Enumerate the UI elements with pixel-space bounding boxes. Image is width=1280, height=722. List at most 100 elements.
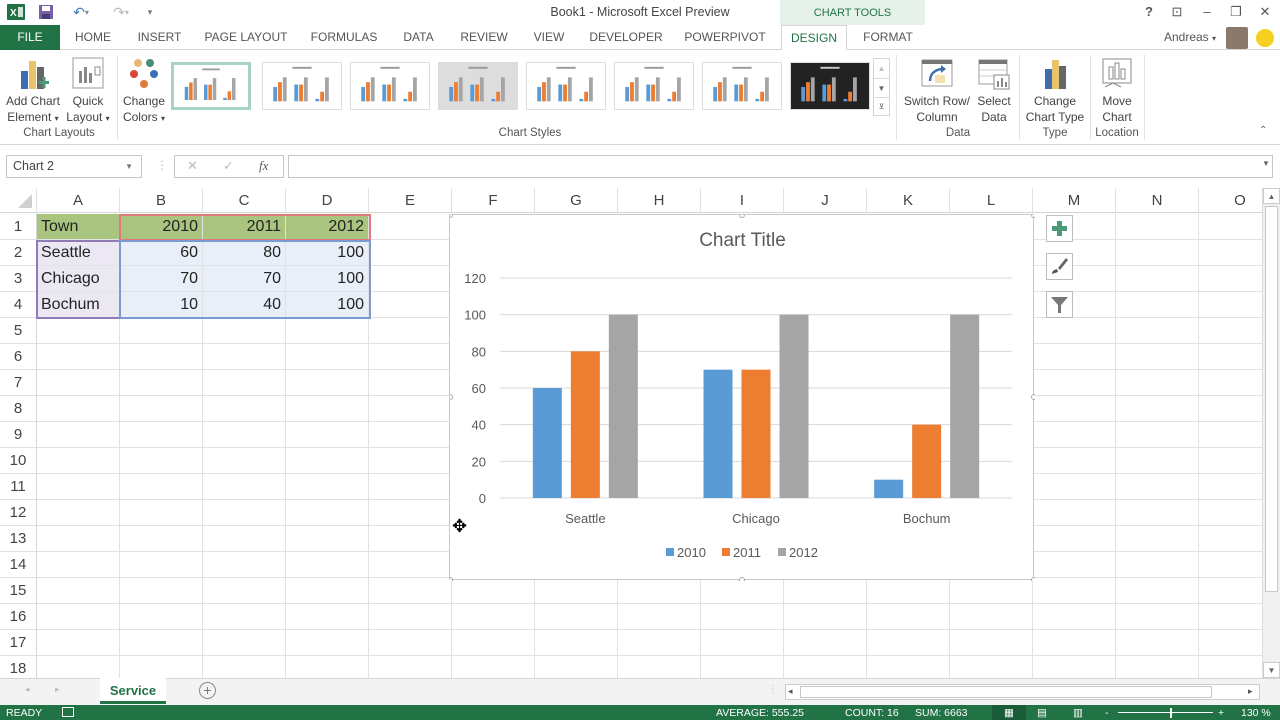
- table-header-cell[interactable]: 2012: [286, 214, 369, 240]
- gallery-more-icon[interactable]: ⊻: [874, 97, 889, 115]
- column-header-N[interactable]: N: [1116, 188, 1199, 213]
- tab-design[interactable]: DESIGN: [781, 25, 847, 51]
- tab-page-layout[interactable]: PAGE LAYOUT: [200, 25, 292, 50]
- row-header-7[interactable]: 7: [0, 370, 37, 396]
- select-all-corner[interactable]: [0, 188, 37, 213]
- tab-file[interactable]: FILE: [0, 25, 60, 50]
- page-layout-view-icon[interactable]: ▤: [1037, 705, 1047, 722]
- chart-style-option[interactable]: [262, 62, 342, 110]
- table-cell[interactable]: 100: [286, 266, 369, 292]
- table-header-cell[interactable]: 2011: [203, 214, 286, 240]
- tab-insert[interactable]: INSERT: [132, 25, 187, 50]
- row-header-11[interactable]: 11: [0, 474, 37, 500]
- table-cell[interactable]: 100: [286, 292, 369, 318]
- sheet-tab-service[interactable]: Service: [100, 678, 166, 704]
- row-header-18[interactable]: 18: [0, 656, 37, 678]
- row-header-12[interactable]: 12: [0, 500, 37, 526]
- column-header-K[interactable]: K: [867, 188, 950, 213]
- column-header-B[interactable]: B: [120, 188, 203, 213]
- tab-format[interactable]: FORMAT: [855, 25, 921, 50]
- row-header-6[interactable]: 6: [0, 344, 37, 370]
- scroll-up-icon[interactable]: ▲: [1263, 188, 1280, 204]
- page-break-view-icon[interactable]: ▥: [1073, 705, 1083, 722]
- tab-data[interactable]: DATA: [396, 25, 441, 50]
- table-cell[interactable]: 10: [120, 292, 203, 318]
- row-header-13[interactable]: 13: [0, 526, 37, 552]
- chart-elements-button[interactable]: [1046, 215, 1073, 242]
- tab-developer[interactable]: DEVELOPER: [585, 25, 667, 50]
- user-avatar[interactable]: [1226, 27, 1248, 49]
- column-header-A[interactable]: A: [37, 188, 120, 213]
- chart-styles-button[interactable]: [1046, 253, 1073, 280]
- chart-style-option[interactable]: [171, 62, 251, 110]
- move-chart-button[interactable]: Move Chart: [1092, 57, 1142, 125]
- add-chart-element-button[interactable]: Add Chart Element ▾: [4, 57, 62, 127]
- user-account[interactable]: Andreas ▾: [1155, 25, 1225, 50]
- tab-formulas[interactable]: FORMULAS: [306, 25, 382, 50]
- table-cell[interactable]: 70: [120, 266, 203, 292]
- macro-record-icon[interactable]: [62, 707, 74, 717]
- row-header-16[interactable]: 16: [0, 604, 37, 630]
- row-header-10[interactable]: 10: [0, 448, 37, 474]
- feedback-smiley-icon[interactable]: [1256, 29, 1274, 47]
- prev-sheet-icon[interactable]: ◂: [25, 684, 30, 695]
- expand-formula-bar-icon[interactable]: ▼: [1262, 159, 1270, 168]
- collapse-ribbon-icon[interactable]: ⌃: [1259, 125, 1267, 136]
- chart-style-option[interactable]: [350, 62, 430, 110]
- table-cell[interactable]: 60: [120, 240, 203, 266]
- row-header-2[interactable]: 2: [0, 240, 37, 266]
- vertical-scroll-thumb[interactable]: [1265, 206, 1278, 592]
- column-header-I[interactable]: I: [701, 188, 784, 213]
- table-cell[interactable]: 40: [203, 292, 286, 318]
- table-cell[interactable]: 70: [203, 266, 286, 292]
- row-header-1[interactable]: 1: [0, 214, 37, 240]
- minimize-icon[interactable]: –: [1194, 2, 1220, 22]
- horizontal-scrollbar[interactable]: ◂ ▸: [785, 684, 1260, 700]
- name-box-dropdown-icon[interactable]: ▼: [125, 156, 133, 177]
- column-header-L[interactable]: L: [950, 188, 1033, 213]
- table-cell[interactable]: Seattle: [37, 240, 120, 266]
- switch-row-column-button[interactable]: Switch Row/ Column: [900, 57, 974, 125]
- row-header-8[interactable]: 8: [0, 396, 37, 422]
- column-header-C[interactable]: C: [203, 188, 286, 213]
- normal-view-icon[interactable]: ▦: [992, 705, 1026, 720]
- chart-style-option[interactable]: [438, 62, 518, 110]
- chart-style-option[interactable]: [614, 62, 694, 110]
- row-header-15[interactable]: 15: [0, 578, 37, 604]
- chart-filters-button[interactable]: [1046, 291, 1073, 318]
- cancel-icon[interactable]: ✕: [187, 158, 198, 174]
- close-icon[interactable]: ✕: [1252, 2, 1278, 22]
- tab-view[interactable]: VIEW: [528, 25, 570, 50]
- new-sheet-icon[interactable]: +: [199, 682, 216, 699]
- zoom-slider[interactable]: [1118, 712, 1213, 713]
- tab-powerpivot[interactable]: POWERPIVOT: [680, 25, 770, 50]
- enter-icon[interactable]: ✓: [223, 158, 234, 174]
- table-cell[interactable]: Chicago: [37, 266, 120, 292]
- column-header-M[interactable]: M: [1033, 188, 1116, 213]
- row-header-9[interactable]: 9: [0, 422, 37, 448]
- chart-style-option[interactable]: [790, 62, 870, 110]
- table-header-cell[interactable]: Town: [37, 214, 120, 240]
- column-header-F[interactable]: F: [452, 188, 535, 213]
- zoom-level[interactable]: 130 %: [1241, 705, 1271, 722]
- row-header-14[interactable]: 14: [0, 552, 37, 578]
- restore-icon[interactable]: ❐: [1223, 2, 1249, 22]
- next-sheet-icon[interactable]: ▸: [55, 684, 60, 695]
- row-header-5[interactable]: 5: [0, 318, 37, 344]
- horizontal-scroll-thumb[interactable]: [800, 686, 1212, 698]
- zoom-slider-thumb[interactable]: [1170, 708, 1172, 718]
- quick-layout-button[interactable]: Quick Layout ▾: [64, 57, 112, 127]
- chart-style-option[interactable]: [526, 62, 606, 110]
- column-header-H[interactable]: H: [618, 188, 701, 213]
- help-icon[interactable]: ?: [1136, 2, 1162, 22]
- select-data-button[interactable]: Select Data: [974, 57, 1014, 125]
- tab-home[interactable]: HOME: [68, 25, 118, 50]
- tab-review[interactable]: REVIEW: [455, 25, 513, 50]
- change-chart-type-button[interactable]: Change Chart Type: [1022, 57, 1088, 125]
- scroll-left-icon[interactable]: ◂: [788, 686, 793, 697]
- chart-object[interactable]: Chart Title 0 20 40 60 80 100 120 Seattle Chicag…: [449, 214, 1035, 581]
- scroll-right-icon[interactable]: ▸: [1248, 686, 1253, 697]
- table-cell[interactable]: 100: [286, 240, 369, 266]
- name-box[interactable]: Chart 2 ▼: [6, 155, 142, 178]
- formula-input[interactable]: [288, 155, 1273, 178]
